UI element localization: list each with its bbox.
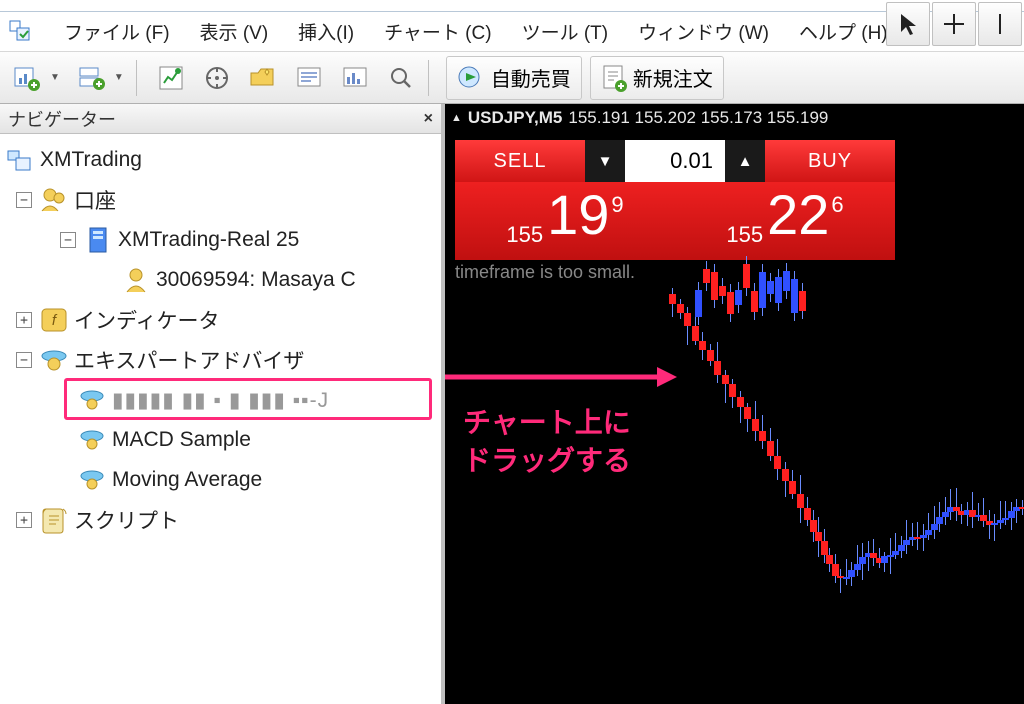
tree-root[interactable]: XMTrading	[4, 140, 437, 180]
collapse-icon[interactable]: −	[16, 352, 32, 368]
terminal-button[interactable]	[288, 57, 330, 99]
dropdown-icon[interactable]: ▼	[114, 72, 124, 83]
tree-ea-macd[interactable]: MACD Sample	[4, 420, 437, 460]
triangle-icon: ▲	[451, 112, 462, 124]
close-icon[interactable]: ×	[424, 110, 433, 128]
tree-scripts[interactable]: + スクリプト	[4, 500, 437, 540]
volume-down-button[interactable]: ▼	[585, 140, 625, 182]
expand-icon[interactable]: +	[16, 512, 32, 528]
menu-file[interactable]: ファイル (F)	[64, 18, 170, 45]
volume-up-button[interactable]: ▲	[725, 140, 765, 182]
app-icon	[8, 19, 34, 45]
one-click-panel: SELL ▼ 0.01 ▲ BUY 155 19 9 155 22 6	[455, 140, 895, 260]
buy-price-button[interactable]: 155 22 6	[675, 182, 895, 260]
tree-indicators[interactable]: + f インディケータ	[4, 300, 437, 340]
tree-login[interactable]: 30069594: Masaya C	[4, 260, 437, 300]
autotrade-button[interactable]: 自動売買	[446, 56, 582, 100]
chart-area[interactable]: ▲ USDJPY,M5 155.191 155.202 155.173 155.…	[445, 104, 1024, 704]
market-watch-button[interactable]	[150, 57, 192, 99]
sell-price-button[interactable]: 155 19 9	[455, 182, 675, 260]
new-order-button[interactable]: 新規注文	[590, 56, 724, 100]
navigator-button[interactable]	[242, 57, 284, 99]
expand-icon[interactable]: +	[16, 312, 32, 328]
collapse-icon[interactable]: −	[16, 192, 32, 208]
crosshair-tool[interactable]	[932, 2, 976, 46]
chart-header: ▲ USDJPY,M5 155.191 155.202 155.173 155.…	[445, 104, 1024, 132]
sell-label[interactable]: SELL	[455, 140, 585, 182]
chart-symbol: USDJPY,M5	[468, 108, 562, 128]
menu-view[interactable]: 表示 (V)	[200, 18, 269, 45]
menu-help[interactable]: ヘルプ (H)	[799, 18, 888, 45]
navigator-header: ナビゲーター ×	[0, 104, 441, 134]
cursor-tool[interactable]	[886, 2, 930, 46]
dropdown-icon[interactable]: ▼	[50, 72, 60, 83]
tree-ea-moving-average[interactable]: Moving Average	[4, 460, 437, 500]
new-order-label: 新規注文	[633, 63, 713, 92]
menu-tools[interactable]: ツール (T)	[522, 18, 609, 45]
menu-window[interactable]: ウィンドウ (W)	[638, 18, 769, 45]
tree-server[interactable]: − XMTrading-Real 25	[4, 220, 437, 260]
collapse-icon[interactable]: −	[60, 232, 76, 248]
strategy-tester-button[interactable]	[334, 57, 376, 99]
profiles-button[interactable]	[70, 57, 112, 99]
new-chart-button[interactable]	[6, 57, 48, 99]
tree-accounts[interactable]: − 口座	[4, 180, 437, 220]
vline-tool[interactable]	[978, 2, 1022, 46]
menu-insert[interactable]: 挿入(I)	[298, 18, 354, 45]
chart-ohlc: 155.191 155.202 155.173 155.199	[568, 108, 828, 128]
data-window-button[interactable]	[196, 57, 238, 99]
tree-ea-custom[interactable]: ▮▮▮▮▮ ▮▮ ▪ ▮ ▮▮▮ ▪▪-J	[4, 380, 437, 420]
menu-chart[interactable]: チャート (C)	[384, 18, 491, 45]
navigator-tree: XMTrading − 口座 − XMTrading-Real 25	[0, 134, 441, 704]
search-button[interactable]	[380, 57, 422, 99]
navigator-title: ナビゲーター	[8, 106, 116, 132]
navigator-panel: ナビゲーター × XMTrading − 口座 −	[0, 104, 445, 704]
toolbar: ▼ ▼ 自動売買 新規注文	[0, 52, 1024, 104]
buy-label[interactable]: BUY	[765, 140, 895, 182]
volume-input[interactable]: 0.01	[625, 140, 725, 182]
tree-experts[interactable]: − エキスパートアドバイザ	[4, 340, 437, 380]
candlesticks	[445, 254, 1024, 704]
menu-bar: ファイル (F) 表示 (V) 挿入(I) チャート (C) ツール (T) ウ…	[0, 12, 1024, 52]
autotrade-label: 自動売買	[491, 63, 571, 92]
